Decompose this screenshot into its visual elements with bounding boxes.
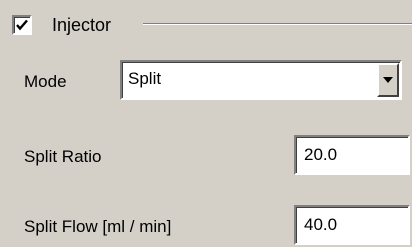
injector-enable-checkbox[interactable] (12, 15, 32, 35)
split-ratio-label: Split Ratio (24, 147, 102, 166)
split-ratio-input[interactable] (294, 135, 410, 175)
group-separator (143, 23, 412, 25)
triangle-down-icon (383, 77, 393, 83)
split-flow-input[interactable] (294, 205, 410, 245)
mode-selected-value: Split (128, 69, 162, 88)
split-flow-label: Split Flow [ml / min] (24, 217, 172, 236)
injector-group-title: Injector (52, 14, 112, 35)
mode-dropdown-button[interactable] (377, 63, 399, 97)
mode-label: Mode (24, 72, 67, 91)
injector-panel: Injector Mode Split Split Ratio Split Fl… (0, 0, 412, 247)
injector-group-header: Injector (12, 10, 111, 40)
checkmark-icon (16, 19, 28, 31)
mode-dropdown[interactable]: Split (120, 60, 402, 100)
